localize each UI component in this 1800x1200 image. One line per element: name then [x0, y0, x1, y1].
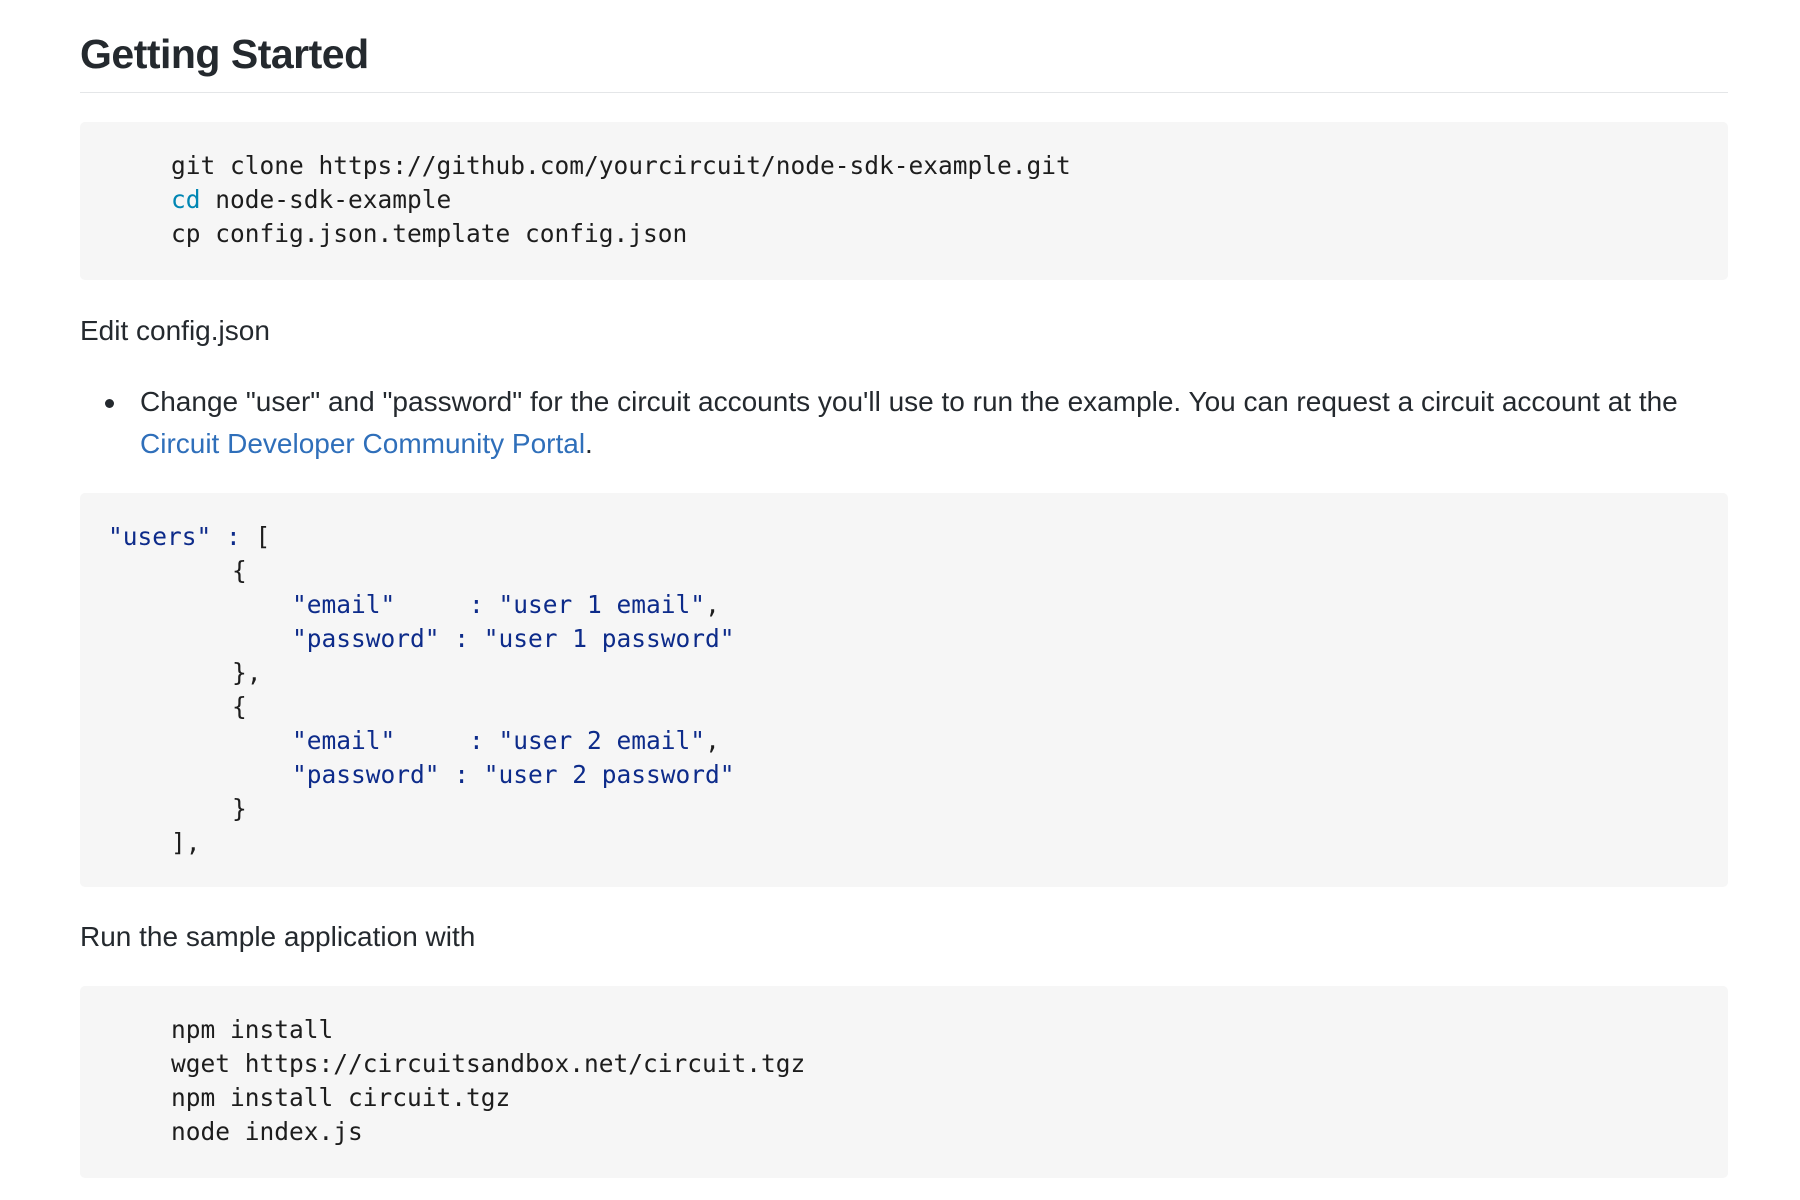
- json-comma: ,: [705, 726, 720, 755]
- json-bracket: ],: [171, 828, 201, 857]
- bullet-text-before: Change "user" and "password" for the cir…: [140, 386, 1678, 417]
- bullet-text-after: .: [585, 428, 593, 459]
- json-colon: :: [439, 624, 484, 653]
- heading-divider: [80, 92, 1728, 93]
- code-block-run: npm install wget https://circuitsandbox.…: [80, 986, 1728, 1178]
- code-line: node index.js: [171, 1117, 363, 1146]
- code-line: {: [232, 690, 247, 724]
- edit-config-text: Edit config.json: [80, 315, 270, 346]
- code-line: }: [232, 792, 247, 826]
- json-key: "password": [292, 760, 440, 789]
- section-heading: Getting Started: [80, 31, 369, 77]
- json-value: "user 2 email": [498, 726, 706, 755]
- code-line: "password" : "user 2 password": [292, 758, 735, 792]
- code-line: git clone https://github.com/yourcircuit…: [171, 151, 1071, 180]
- json-key: "email": [292, 726, 396, 755]
- json-colon: :: [454, 726, 499, 755]
- json-value: "user 2 password": [483, 760, 735, 789]
- json-key: "email": [292, 590, 396, 619]
- json-value: "user 1 email": [498, 590, 706, 619]
- json-key: "users": [108, 522, 212, 551]
- json-brace: {: [232, 556, 247, 585]
- code-line: wget https://circuitsandbox.net/circuit.…: [171, 1049, 806, 1078]
- code-block-config: "users" : [ { "email" : "user 1 email", …: [80, 493, 1728, 887]
- code-block-clone: git clone https://github.com/yourcircuit…: [80, 122, 1728, 280]
- code-line: "users" : [: [108, 520, 270, 554]
- json-pad: [395, 726, 454, 755]
- json-colon: :: [211, 522, 256, 551]
- code-line: cd node-sdk-example: [171, 183, 451, 217]
- json-pad: [395, 590, 454, 619]
- json-brace: }: [232, 794, 247, 823]
- json-colon: :: [454, 590, 499, 619]
- code-text: node-sdk-example: [200, 185, 452, 214]
- run-sample-text: Run the sample application with: [80, 921, 476, 952]
- readme-page: Getting Started git clone https://github…: [0, 0, 1800, 1200]
- code-line: "email" : "user 2 email",: [292, 724, 720, 758]
- bullet-icon: [105, 399, 114, 408]
- json-colon: :: [439, 760, 484, 789]
- code-line: "password" : "user 1 password": [292, 622, 735, 656]
- code-line: },: [232, 656, 262, 690]
- code-line: {: [232, 554, 247, 588]
- list-item-text: Change "user" and "password" for the cir…: [140, 381, 1760, 465]
- code-line: cp config.json.template config.json: [171, 219, 688, 248]
- code-command-token: cd: [171, 185, 201, 214]
- json-comma: ,: [705, 590, 720, 619]
- code-line: ],: [171, 826, 201, 860]
- json-brace: {: [232, 692, 247, 721]
- developer-portal-link[interactable]: Circuit Developer Community Portal: [140, 428, 585, 459]
- code-line: npm install circuit.tgz: [171, 1083, 511, 1112]
- code-line: npm install: [171, 1015, 334, 1044]
- json-bracket: [: [255, 522, 271, 551]
- json-value: "user 1 password": [483, 624, 735, 653]
- json-key: "password": [292, 624, 440, 653]
- code-line: "email" : "user 1 email",: [292, 588, 720, 622]
- json-brace: },: [232, 658, 262, 687]
